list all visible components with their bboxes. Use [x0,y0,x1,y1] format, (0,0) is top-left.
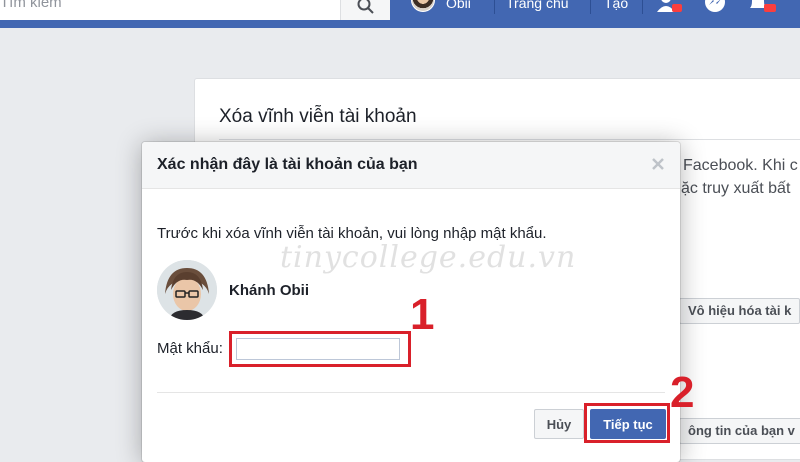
card-description-line: Facebook. Khi c [683,157,798,174]
password-highlight-box [229,331,411,367]
messenger-icon[interactable] [703,0,727,16]
home-link[interactable]: Trang chủ [506,0,569,11]
search-placeholder: Tìm kiếm [0,0,62,11]
deactivate-account-button[interactable]: Vô hiệu hóa tài k [679,298,800,324]
search-box[interactable]: Tìm kiếm [0,0,390,20]
profile-name: Khánh Obii [229,282,309,299]
divider [219,139,800,140]
divider [494,0,495,14]
divider [642,0,643,14]
friend-requests-icon[interactable] [656,0,682,14]
continue-highlight-box [584,403,670,443]
search-button[interactable] [340,0,390,20]
divider [590,0,591,14]
search-icon [357,0,374,14]
card-description-line: ặc truy xuất bất [681,180,791,197]
dialog-instruction: Trước khi xóa vĩnh viễn tài khoản, vui l… [157,225,547,242]
notifications-icon[interactable] [746,0,776,16]
dialog-header: Xác nhận đây là tài khoản của bạn [142,142,680,189]
top-navigation-bar: Tìm kiếm Obii Trang chủ Tạo [0,0,800,28]
close-icon[interactable] [650,156,666,172]
divider [157,392,665,393]
create-link[interactable]: Tạo [604,0,628,11]
step-number-2: 2 [670,368,695,417]
card-title: Xóa vĩnh viễn tài khoản [219,106,417,127]
cancel-button[interactable]: Hủy [534,409,584,439]
user-avatar[interactable] [411,0,435,12]
profile-link[interactable]: Obii [446,0,471,11]
password-label: Mật khẩu: [157,340,223,357]
download-info-button[interactable]: ông tin của bạn v [679,418,800,444]
step-number-1: 1 [410,290,435,339]
profile-photo [157,260,217,320]
dialog-title: Xác nhận đây là tài khoản của bạn [157,156,418,173]
